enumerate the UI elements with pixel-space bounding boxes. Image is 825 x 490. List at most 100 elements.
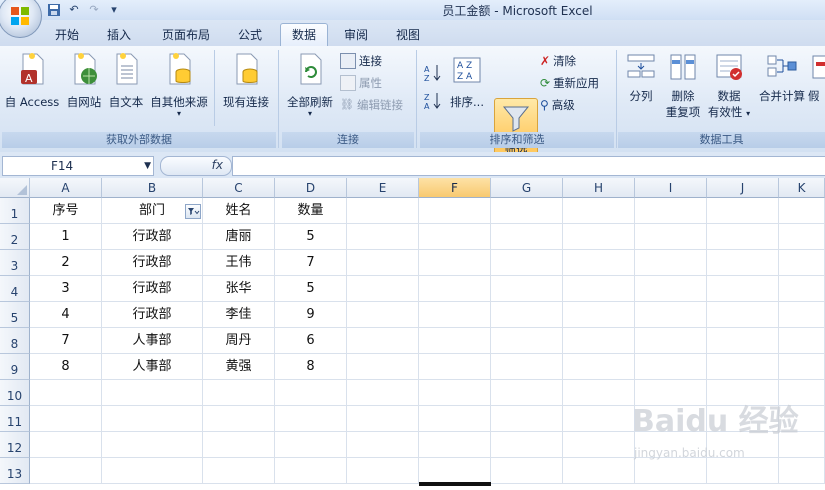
empty-cell[interactable] (779, 328, 825, 354)
sort-button[interactable]: A Z Z A 排序... (446, 56, 488, 110)
column-header-I[interactable]: I (635, 178, 707, 198)
name-box-dropdown-icon[interactable]: ▼ (144, 157, 151, 175)
reapply-button[interactable]: ⟳ 重新应用 (540, 74, 599, 92)
empty-cell[interactable] (347, 328, 419, 354)
data-cell[interactable]: 2 (30, 250, 102, 276)
column-filter-dropdown[interactable] (185, 204, 201, 219)
data-cell[interactable]: 7 (275, 250, 347, 276)
empty-cell[interactable] (707, 224, 779, 250)
empty-cell[interactable] (563, 276, 635, 302)
existing-connections-button[interactable]: 现有连接 (218, 52, 274, 110)
sort-ascending-button[interactable]: A Z (424, 62, 442, 84)
empty-cell[interactable] (635, 354, 707, 380)
data-cell[interactable]: 8 (275, 354, 347, 380)
row-header[interactable]: 8 (0, 328, 30, 354)
data-cell[interactable]: 5 (275, 224, 347, 250)
save-icon[interactable] (46, 3, 62, 17)
formula-input[interactable] (232, 156, 825, 176)
empty-cell[interactable] (30, 458, 102, 484)
empty-cell[interactable] (419, 328, 491, 354)
empty-cell[interactable] (491, 276, 563, 302)
empty-cell[interactable] (635, 276, 707, 302)
empty-cell[interactable] (635, 250, 707, 276)
column-header-H[interactable]: H (563, 178, 635, 198)
empty-cell[interactable] (563, 328, 635, 354)
empty-cell[interactable] (347, 406, 419, 432)
data-cell[interactable]: 黄强 (203, 354, 275, 380)
empty-cell[interactable] (707, 354, 779, 380)
from-web-button[interactable]: 自网站 (64, 52, 104, 110)
data-cell[interactable]: 李佳 (203, 302, 275, 328)
data-cell[interactable]: 人事部 (102, 354, 203, 380)
empty-cell[interactable] (779, 302, 825, 328)
empty-cell[interactable] (491, 250, 563, 276)
whatif-button[interactable]: 假 (808, 52, 825, 104)
column-header-C[interactable]: C (203, 178, 275, 198)
row-header[interactable]: 13 (0, 458, 30, 484)
empty-cell[interactable] (779, 458, 825, 484)
empty-cell[interactable] (275, 380, 347, 406)
empty-cell[interactable] (707, 328, 779, 354)
data-cell[interactable]: 8 (30, 354, 102, 380)
empty-cell[interactable] (707, 458, 779, 484)
empty-cell[interactable] (203, 432, 275, 458)
clear-filter-button[interactable]: ✗ 清除 (540, 52, 576, 70)
column-header-A[interactable]: A (30, 178, 102, 198)
empty-cell[interactable] (635, 198, 707, 224)
empty-cell[interactable] (563, 224, 635, 250)
empty-cell[interactable] (419, 224, 491, 250)
empty-cell[interactable] (275, 406, 347, 432)
empty-cell[interactable] (779, 354, 825, 380)
edit-links-button[interactable]: ⛓ 编辑链接 (340, 96, 403, 114)
tab-formulas[interactable]: 公式 (226, 24, 274, 46)
empty-cell[interactable] (347, 224, 419, 250)
empty-cell[interactable] (491, 224, 563, 250)
empty-cell[interactable] (30, 380, 102, 406)
empty-cell[interactable] (102, 458, 203, 484)
empty-cell[interactable] (491, 432, 563, 458)
empty-cell[interactable] (419, 276, 491, 302)
data-cell[interactable]: 1 (30, 224, 102, 250)
tab-insert[interactable]: 插入 (98, 24, 140, 46)
column-header-F[interactable]: F (419, 178, 491, 198)
empty-cell[interactable] (635, 302, 707, 328)
empty-cell[interactable] (491, 354, 563, 380)
column-header-B[interactable]: B (102, 178, 203, 198)
empty-cell[interactable] (30, 406, 102, 432)
empty-cell[interactable] (563, 458, 635, 484)
name-box[interactable]: F14 ▼ (2, 156, 154, 176)
tab-view[interactable]: 视图 (386, 24, 430, 46)
tab-review[interactable]: 审阅 (334, 24, 378, 46)
empty-cell[interactable] (347, 432, 419, 458)
empty-cell[interactable] (491, 328, 563, 354)
data-cell[interactable]: 周丹 (203, 328, 275, 354)
empty-cell[interactable] (779, 224, 825, 250)
empty-cell[interactable] (635, 458, 707, 484)
select-all-corner[interactable] (0, 178, 30, 198)
empty-cell[interactable] (563, 380, 635, 406)
text-to-columns-button[interactable]: 分列 (622, 52, 660, 104)
empty-cell[interactable] (347, 458, 419, 484)
from-access-button[interactable]: A 自 Access (2, 52, 62, 110)
row-header[interactable]: 12 (0, 432, 30, 458)
empty-cell[interactable] (347, 302, 419, 328)
empty-cell[interactable] (347, 198, 419, 224)
data-validation-button[interactable]: 数据 有效性 ▾ (706, 52, 752, 120)
empty-cell[interactable] (275, 432, 347, 458)
empty-cell[interactable] (203, 406, 275, 432)
empty-cell[interactable] (707, 198, 779, 224)
empty-cell[interactable] (635, 224, 707, 250)
empty-cell[interactable] (419, 380, 491, 406)
column-header-J[interactable]: J (707, 178, 779, 198)
data-cell[interactable]: 行政部 (102, 276, 203, 302)
row-header[interactable]: 5 (0, 302, 30, 328)
empty-cell[interactable] (779, 250, 825, 276)
empty-cell[interactable] (419, 406, 491, 432)
empty-cell[interactable] (419, 250, 491, 276)
properties-button[interactable]: 属性 (340, 74, 382, 92)
column-header-E[interactable]: E (347, 178, 419, 198)
empty-cell[interactable] (491, 406, 563, 432)
empty-cell[interactable] (419, 198, 491, 224)
empty-cell[interactable] (347, 354, 419, 380)
empty-cell[interactable] (419, 302, 491, 328)
